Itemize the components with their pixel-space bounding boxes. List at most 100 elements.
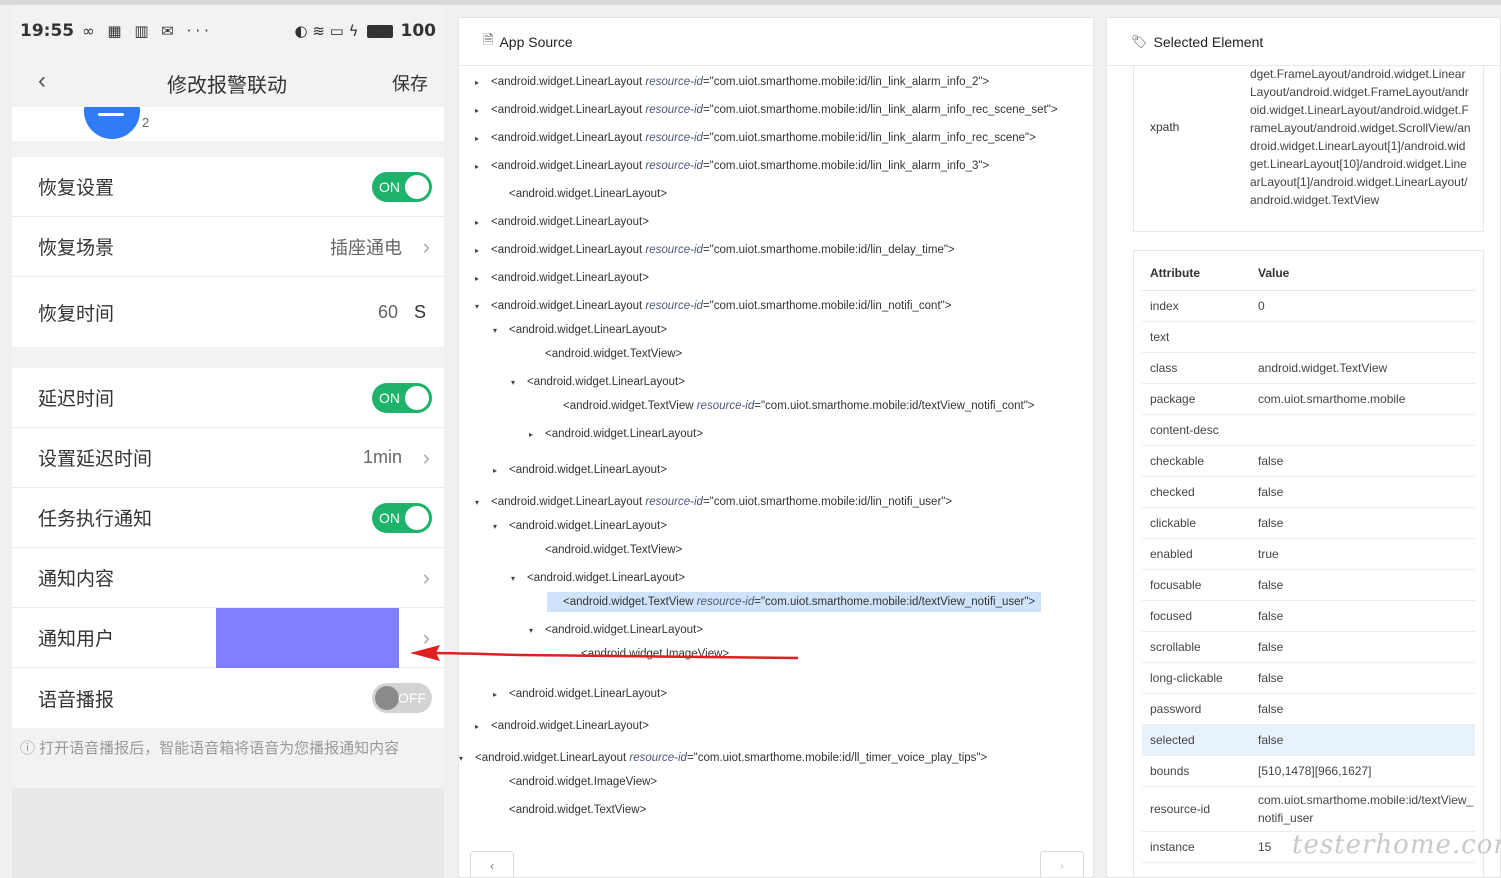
node-attr-name: resource-id: [645, 132, 703, 144]
restore-time-value[interactable]: 60: [378, 302, 398, 323]
caret-right-icon[interactable]: ▸: [493, 461, 509, 481]
tree-node[interactable]: <android.widget.TextView resource-id="co…: [547, 592, 1042, 612]
tree-node[interactable]: ▸ <android.widget.LinearLayout>: [475, 212, 649, 232]
row-label: 任务执行通知: [38, 509, 153, 530]
caret-right-icon[interactable]: ▸: [475, 101, 491, 121]
tree-node[interactable]: ▾ <android.widget.LinearLayout>: [511, 568, 685, 588]
restore-scene-value: 插座通电: [330, 237, 402, 258]
tree-node[interactable]: <android.widget.ImageView>: [493, 772, 657, 792]
status-time: 19:55: [20, 21, 75, 41]
attribute-value: false: [1250, 724, 1475, 756]
tree-node[interactable]: ▾ <android.widget.LinearLayout resource-i…: [475, 492, 952, 512]
node-tag: <android.widget.LinearLayout>: [509, 464, 667, 476]
tree-node[interactable]: ▾ <android.widget.LinearLayout>: [511, 372, 685, 392]
caret-right-icon[interactable]: ▸: [475, 129, 491, 149]
caret-right-icon[interactable]: ▸: [475, 157, 491, 177]
node-tag: <android.widget.LinearLayout: [491, 104, 646, 116]
attribute-name: long-clickable: [1142, 662, 1250, 694]
caret-right-icon[interactable]: ▸: [475, 213, 491, 233]
caret-down-icon[interactable]: ▾: [511, 569, 527, 589]
app-source-panel: 🗎 App Source ▸ <android.widget.LinearLayo…: [458, 17, 1094, 878]
linked-device-strip: [12, 107, 444, 141]
tree-node[interactable]: ▸ <android.widget.LinearLayout>: [493, 460, 667, 480]
caret-down-icon[interactable]: ▾: [511, 373, 527, 393]
caret-right-icon[interactable]: ▸: [493, 685, 509, 705]
tree-node[interactable]: <android.widget.TextView>: [493, 800, 646, 820]
selected-element-header: 🏷 Selected Element: [1107, 18, 1500, 66]
attribute-value: false: [1250, 662, 1475, 694]
attribute-value: false: [1250, 631, 1475, 663]
notification-icons: ∞ ▦ ▥ ✉ ···: [82, 22, 213, 40]
tree-node[interactable]: ▸ <android.widget.LinearLayout resource-i…: [475, 156, 989, 176]
node-attr-value: ="com.uiot.smarthome.mobile:id/lin_link_…: [702, 132, 1036, 144]
caret-down-icon[interactable]: ▾: [493, 517, 509, 537]
tree-node[interactable]: ▾ <android.widget.LinearLayout>: [493, 516, 667, 536]
tree-node[interactable]: <android.widget.TextView>: [529, 540, 682, 560]
tree-node[interactable]: ▸ <android.widget.LinearLayout>: [493, 684, 667, 704]
caret-down-icon[interactable]: ▾: [475, 297, 491, 317]
node-tag: <android.widget.LinearLayout: [491, 244, 646, 256]
row-delay-time: 延迟时间 ON: [12, 368, 444, 428]
chevron-right-icon: ›: [422, 624, 430, 650]
attributes-body: index 0 text class android.widget.TextView pa…: [1142, 290, 1475, 863]
tree-node[interactable]: ▾ <android.widget.LinearLayout resource-i…: [475, 296, 951, 316]
tree-node[interactable]: ▸ <android.widget.LinearLayout>: [475, 716, 649, 736]
tree-node[interactable]: <android.widget.ImageView>: [565, 644, 729, 664]
row-notify-user[interactable]: 通知用户 ›: [12, 608, 444, 668]
caret-down-icon[interactable]: ▾: [459, 749, 475, 769]
toggle-knob: [405, 505, 429, 530]
node-tag: <android.widget.LinearLayout: [491, 496, 646, 508]
attribute-name: resource-id: [1142, 786, 1250, 832]
tree-node[interactable]: <android.widget.LinearLayout>: [493, 184, 667, 204]
caret-right-icon[interactable]: ▸: [475, 269, 491, 289]
caret-right-icon[interactable]: ▸: [475, 717, 491, 737]
task-notify-toggle[interactable]: ON: [372, 502, 432, 533]
restore-settings-group: 恢复设置 ON 恢复场景 插座通电 › 恢复时间 60 S: [12, 157, 444, 347]
attribute-row: enabled true: [1142, 538, 1475, 570]
row-restore-time[interactable]: 恢复时间 60 S: [12, 277, 444, 347]
attributes-table: Attribute Value index 0 text class android.w…: [1142, 257, 1475, 863]
row-notify-content[interactable]: 通知内容 ›: [12, 548, 444, 608]
node-attr-name: resource-id: [645, 496, 703, 508]
row-label: 通知用户: [38, 629, 115, 650]
tree-node[interactable]: ▾ <android.widget.LinearLayout>: [529, 620, 703, 640]
tag-icon: 🏷: [1131, 33, 1148, 49]
tree-node[interactable]: ▸ <android.widget.LinearLayout resource-i…: [475, 128, 1036, 148]
tree-node[interactable]: ▸ <android.widget.LinearLayout resource-i…: [475, 240, 955, 260]
caret-right-icon[interactable]: ▸: [529, 425, 545, 445]
caret-right-icon[interactable]: ▸: [475, 73, 491, 93]
node-tag: <android.widget.LinearLayout>: [491, 216, 649, 228]
tree-node[interactable]: ▸ <android.widget.LinearLayout resource-i…: [475, 100, 1058, 120]
tree-node[interactable]: ▾ <android.widget.LinearLayout resource-i…: [459, 748, 987, 768]
caret-down-icon[interactable]: ▾: [475, 493, 491, 513]
attribute-name: focusable: [1142, 569, 1250, 601]
attribute-name: checked: [1142, 476, 1250, 508]
tree-node[interactable]: ▾ <android.widget.LinearLayout>: [493, 320, 667, 340]
tree-node[interactable]: ▸ <android.widget.LinearLayout>: [475, 268, 649, 288]
next-page-button[interactable]: ›: [1040, 851, 1084, 877]
voice-tip-text: ⓘ 打开语音播报后，智能语音箱将语音为您播报通知内容: [20, 740, 400, 757]
attribute-name: enabled: [1142, 538, 1250, 570]
row-set-delay-time[interactable]: 设置延迟时间 1min ›: [12, 428, 444, 488]
device-avatar[interactable]: [84, 107, 140, 139]
caret-right-icon[interactable]: ▸: [475, 241, 491, 261]
delay-time-toggle[interactable]: ON: [372, 382, 432, 413]
toggle-knob: [375, 686, 399, 710]
voice-broadcast-toggle[interactable]: OFF: [372, 683, 432, 713]
xpath-value: dget.FrameLayout/android.widget.LinearLa…: [1250, 67, 1471, 207]
tree-node[interactable]: ▸ <android.widget.LinearLayout>: [529, 424, 703, 444]
app-window: 19:55 ∞ ▦ ▥ ✉ ··· ◐ ≋ ▭ ϟ 100 ‹ 修改报警联动 保…: [0, 0, 1501, 878]
prev-page-button[interactable]: ‹: [470, 851, 514, 877]
row-restore-scene[interactable]: 恢复场景 插座通电 ›: [12, 217, 444, 277]
caret-down-icon[interactable]: ▾: [493, 321, 509, 341]
tree-node[interactable]: <android.widget.TextView>: [529, 344, 682, 364]
caret-down-icon[interactable]: ▾: [529, 621, 545, 641]
restore-settings-toggle[interactable]: ON: [372, 171, 432, 202]
tree-node[interactable]: <android.widget.TextView resource-id="co…: [547, 396, 1035, 416]
row-label: 设置延迟时间: [38, 449, 153, 470]
node-tag: <android.widget.LinearLayout>: [509, 324, 667, 336]
notify-settings-group: 延迟时间 ON 设置延迟时间 1min › 任务执行通知 ON 通知内容 › 通…: [12, 368, 444, 728]
tree-node[interactable]: ▸ <android.widget.LinearLayout resource-i…: [475, 72, 989, 92]
save-button[interactable]: 保存: [392, 70, 428, 96]
attribute-row: long-clickable false: [1142, 662, 1475, 694]
